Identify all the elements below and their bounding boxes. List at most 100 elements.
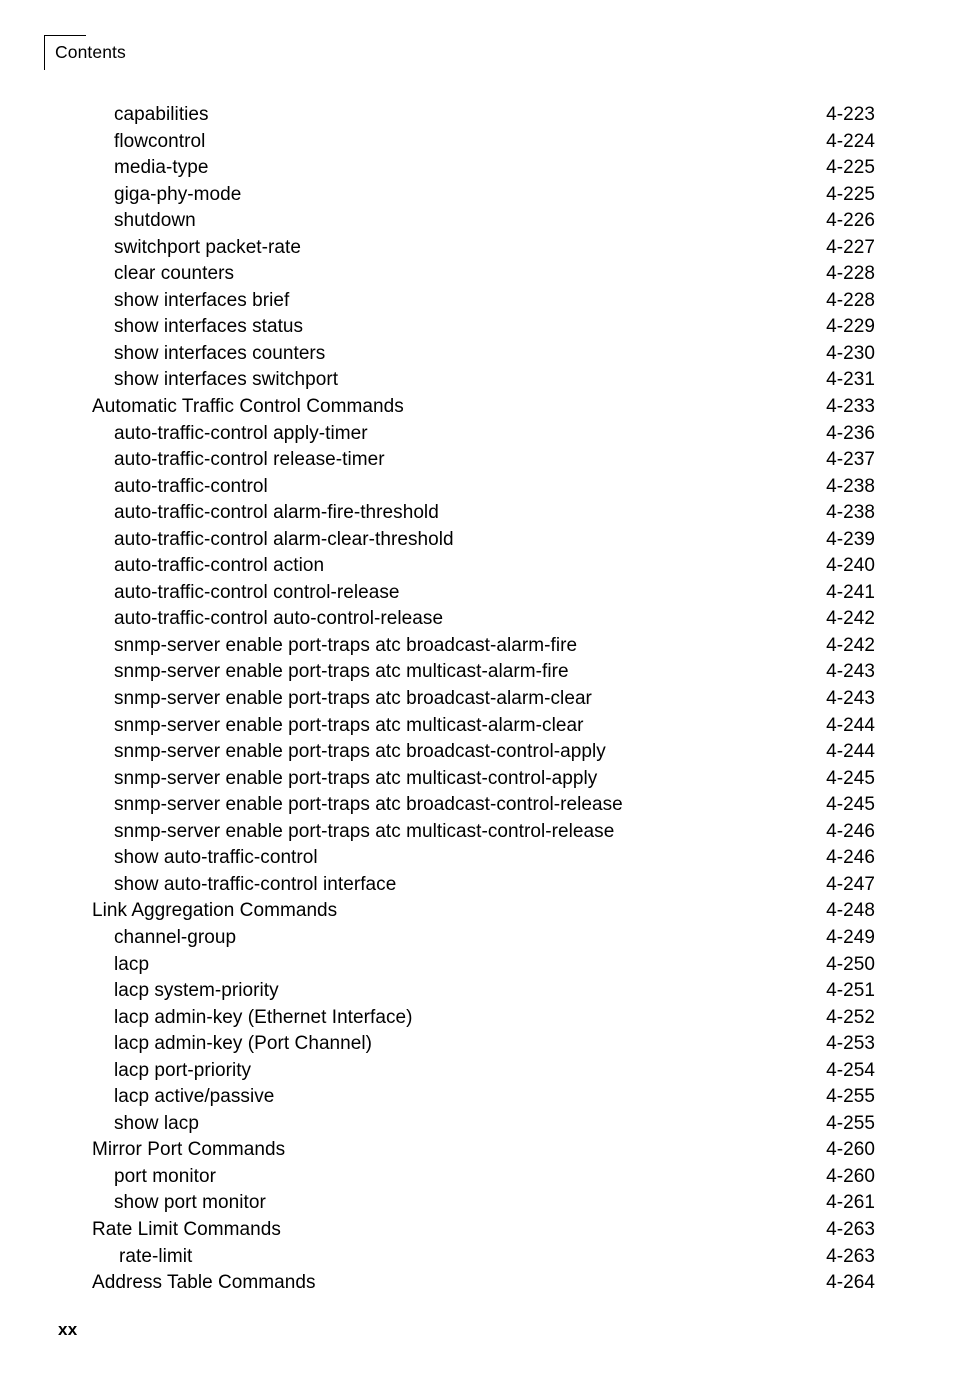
toc-entry-page-number: 4-263 — [826, 1245, 875, 1267]
toc-entry[interactable]: lacp port-priority 4-254 — [0, 1058, 954, 1085]
toc-entry-label: clear counters — [114, 263, 235, 285]
toc-entry[interactable]: lacp admin-key (Ethernet Interface) 4-252 — [0, 1005, 954, 1032]
toc-entry-page-number: 4-224 — [826, 130, 875, 152]
toc-entry-page-number: 4-238 — [826, 475, 875, 497]
toc-entry-label: snmp-server enable port-traps atc broadc… — [114, 634, 578, 656]
page-title: Contents — [55, 42, 126, 62]
toc-entry-label: lacp — [114, 953, 150, 975]
toc-entry[interactable]: show auto-traffic-control 4-246 — [0, 845, 954, 872]
toc-entry[interactable]: giga-phy-mode 4-225 — [0, 182, 954, 209]
toc-entry[interactable]: Automatic Traffic Control Commands 4-233 — [0, 394, 954, 421]
toc-entry-page-number: 4-225 — [826, 157, 875, 179]
toc-entry-label: show lacp — [114, 1112, 199, 1134]
toc-entry-page-number: 4-244 — [826, 741, 875, 763]
corner-bracket-icon — [44, 35, 86, 36]
toc-entry-page-number: 4-237 — [826, 449, 875, 471]
toc-entry[interactable]: show port monitor 4-261 — [0, 1190, 954, 1217]
toc-entry[interactable]: auto-traffic-control action 4-240 — [0, 553, 954, 580]
toc-entry[interactable]: Address Table Commands 4-264 — [0, 1270, 954, 1297]
toc-entry[interactable]: show auto-traffic-control interface 4-247 — [0, 872, 954, 899]
toc-entry-page-number: 4-254 — [826, 1059, 875, 1081]
toc-entry-label: auto-traffic-control — [114, 475, 268, 497]
toc-entry-label: snmp-server enable port-traps atc broadc… — [114, 688, 592, 710]
toc-entry-label: capabilities — [114, 104, 209, 125]
toc-entry-label: lacp active/passive — [114, 1086, 275, 1108]
toc-entry[interactable]: snmp-server enable port-traps atc multic… — [0, 819, 954, 846]
toc-entry-label: shutdown — [114, 210, 196, 232]
toc-entry[interactable]: auto-traffic-control alarm-fire-threshol… — [0, 500, 954, 527]
toc-entry-label: Link Aggregation Commands — [92, 900, 338, 922]
toc-entry[interactable]: auto-traffic-control control-release 4-24… — [0, 580, 954, 607]
toc-entry[interactable]: lacp 4-250 — [0, 952, 954, 979]
toc-entry-page-number: 4-231 — [826, 369, 875, 391]
toc-entry[interactable]: shutdown 4-226 — [0, 208, 954, 235]
toc-entry-page-number: 4-242 — [826, 634, 875, 656]
toc-entry-page-number: 4-228 — [826, 289, 875, 311]
toc-entry[interactable]: auto-traffic-control apply-timer 4-236 — [0, 421, 954, 448]
toc-entry[interactable]: auto-traffic-control 4-238 — [0, 474, 954, 501]
toc-entry-label: lacp admin-key (Port Channel) — [114, 1033, 373, 1055]
toc-entry-page-number: 4-236 — [826, 422, 875, 444]
toc-entry[interactable]: lacp active/passive 4-255 — [0, 1084, 954, 1111]
toc-entry-page-number: 4-243 — [826, 688, 875, 710]
toc-entry[interactable]: rate-limit 4-263 — [0, 1244, 954, 1271]
toc-entry[interactable]: port monitor 4-260 — [0, 1164, 954, 1191]
toc-entry-page-number: 4-238 — [826, 502, 875, 524]
toc-entry[interactable]: Rate Limit Commands 4-263 — [0, 1217, 954, 1244]
toc-entry[interactable]: auto-traffic-control alarm-clear-thresho… — [0, 527, 954, 554]
toc-entry-label: auto-traffic-control action — [114, 555, 325, 577]
toc-entry[interactable]: snmp-server enable port-traps atc multic… — [0, 659, 954, 686]
toc-entry-label: show interfaces switchport — [114, 369, 339, 391]
toc-entry-page-number: 4-246 — [826, 847, 875, 869]
toc-entry-page-number: 4-252 — [826, 1006, 875, 1028]
toc-entry-page-number: 4-255 — [826, 1086, 875, 1108]
toc-entry-page-number: 4-246 — [826, 820, 875, 842]
toc-entry[interactable]: flowcontrol 4-224 — [0, 129, 954, 156]
toc-entry-page-number: 4-251 — [826, 980, 875, 1002]
toc-entry[interactable]: auto-traffic-control release-timer 4-237 — [0, 447, 954, 474]
toc-entry[interactable]: show lacp 4-255 — [0, 1111, 954, 1138]
toc-entry-page-number: 4-229 — [826, 316, 875, 338]
toc-entry-label: snmp-server enable port-traps atc multic… — [114, 714, 584, 736]
toc-entry-page-number: 4-241 — [826, 581, 875, 603]
toc-entry[interactable]: Link Aggregation Commands 4-248 — [0, 898, 954, 925]
toc-entry-page-number: 4-239 — [826, 528, 875, 550]
toc-entry[interactable]: Mirror Port Commands 4-260 — [0, 1137, 954, 1164]
toc-entry-page-number: 4-225 — [826, 183, 875, 205]
toc-entry-label: port monitor — [114, 1165, 216, 1187]
toc-entry[interactable]: lacp admin-key (Port Channel) 4-253 — [0, 1031, 954, 1058]
toc-entry-label: snmp-server enable port-traps atc broadc… — [114, 741, 606, 763]
toc-entry-page-number: 4-226 — [826, 210, 875, 232]
corner-bracket-vertical-icon — [44, 35, 45, 70]
toc-entry[interactable]: show interfaces switchport 4-231 — [0, 367, 954, 394]
toc-entry[interactable]: channel-group 4-249 — [0, 925, 954, 952]
toc-entry[interactable]: lacp system-priority 4-251 — [0, 978, 954, 1005]
toc-entry[interactable]: snmp-server enable port-traps atc broadc… — [0, 633, 954, 660]
toc-entry-page-number: 4-245 — [826, 767, 875, 789]
toc-entry-label: show auto-traffic-control — [114, 847, 318, 869]
toc-entry-label: snmp-server enable port-traps atc multic… — [114, 661, 569, 683]
toc-entry[interactable]: capabilities 4-223 — [0, 102, 954, 129]
toc-entry[interactable]: snmp-server enable port-traps atc multic… — [0, 713, 954, 740]
toc-entry[interactable]: snmp-server enable port-traps atc broadc… — [0, 686, 954, 713]
toc-entry[interactable]: snmp-server enable port-traps atc broadc… — [0, 792, 954, 819]
toc-entry[interactable]: auto-traffic-control auto-control-releas… — [0, 606, 954, 633]
toc-entry[interactable]: snmp-server enable port-traps atc broadc… — [0, 739, 954, 766]
toc-entry[interactable]: clear counters 4-228 — [0, 261, 954, 288]
toc-entry[interactable]: snmp-server enable port-traps atc multic… — [0, 766, 954, 793]
toc-entry-label: auto-traffic-control release-timer — [114, 449, 385, 471]
toc-entry[interactable]: show interfaces counters 4-230 — [0, 341, 954, 368]
toc-entry[interactable]: show interfaces status 4-229 — [0, 314, 954, 341]
toc-entry-label: show auto-traffic-control interface — [114, 873, 397, 895]
toc-entry[interactable]: show interfaces brief 4-228 — [0, 288, 954, 315]
toc-entry-label: Automatic Traffic Control Commands — [92, 396, 404, 418]
toc-entry-label: Rate Limit Commands — [92, 1218, 281, 1240]
toc-entry-label: switchport packet-rate — [114, 236, 301, 258]
toc-entry-page-number: 4-242 — [826, 608, 875, 630]
toc-entry-page-number: 4-263 — [826, 1218, 875, 1240]
toc-entry-label: auto-traffic-control alarm-clear-thresho… — [114, 528, 454, 550]
toc-entry-page-number: 4-253 — [826, 1033, 875, 1055]
toc-entry[interactable]: switchport packet-rate 4-227 — [0, 235, 954, 262]
toc-entry[interactable]: media-type 4-225 — [0, 155, 954, 182]
toc-entry-page-number: 4-260 — [826, 1165, 875, 1187]
